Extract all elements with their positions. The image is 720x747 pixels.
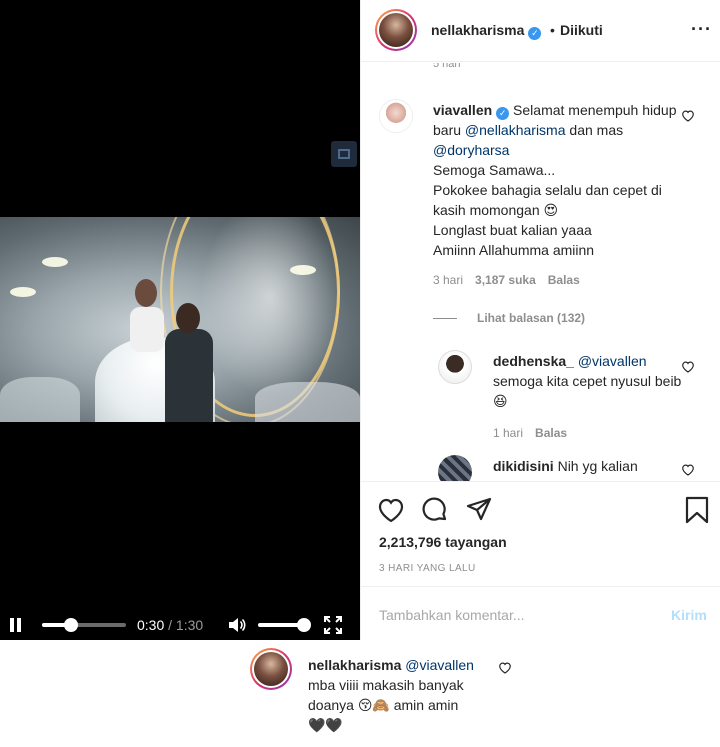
separator-dot: • — [550, 22, 555, 38]
mention-link[interactable]: @viavallen — [405, 657, 474, 673]
comment-line: Longlast buat kalian yaaa — [433, 222, 592, 238]
comment-likes[interactable]: 3,187 suka — [475, 273, 536, 287]
post-header: nellakharisma ✓ • Diikuti ··· — [361, 0, 720, 62]
comment-time: 1 hari — [493, 426, 524, 440]
post-date: 3 HARI YANG LALU — [379, 563, 476, 574]
comment-text: nellakharisma @viavallen mba viiii makas… — [308, 655, 498, 735]
reply-button[interactable]: Balas — [548, 273, 580, 287]
comments-list[interactable]: 5 hari viavallen ✓ Selamat menempuh hidup… — [361, 63, 720, 481]
more-options-icon[interactable]: ··· — [691, 20, 712, 38]
comment-meta: 3 hari 3,187 suka Balas — [433, 273, 592, 287]
video-controls: 0:30 / 1:30 — [0, 608, 360, 640]
view-count[interactable]: 2,213,796 tayangan — [379, 534, 507, 550]
current-time: 0:30 — [137, 617, 165, 633]
hearts-emoji: 🖤🖤 — [308, 717, 343, 733]
pip-icon[interactable] — [331, 141, 357, 167]
share-icon[interactable] — [465, 496, 493, 524]
like-comment-icon[interactable] — [498, 661, 512, 674]
mention-link[interactable]: @viavallen — [578, 353, 647, 369]
header-username[interactable]: nellakharisma ✓ — [431, 22, 542, 40]
duration: 1:30 — [175, 617, 204, 633]
comment-text: dedhenska_ @viavallen semoga kita cepet … — [493, 351, 683, 411]
time-separator: / — [164, 617, 176, 633]
venue-table — [0, 377, 80, 422]
mention-link[interactable]: @doryharsa — [433, 142, 509, 158]
avatar[interactable] — [438, 455, 472, 481]
video-player[interactable]: 0:30 / 1:30 — [0, 0, 360, 640]
follow-status-button[interactable]: Diikuti — [560, 22, 603, 38]
comment-line: Amiinn Allahumma amiinn — [433, 242, 595, 258]
verified-icon: ✓ — [528, 27, 542, 40]
mention-link[interactable]: @nellakharisma — [465, 122, 566, 138]
like-comment-icon[interactable] — [681, 109, 695, 122]
view-replies-button[interactable]: Lihat balasan (132) — [433, 311, 585, 325]
reply-comment-block: nellakharisma @viavallen mba viiii makas… — [0, 640, 720, 747]
avatar[interactable] — [250, 648, 292, 690]
pause-icon[interactable] — [10, 618, 22, 632]
comment-time: 3 hari — [433, 273, 464, 287]
like-comment-icon[interactable] — [681, 360, 695, 373]
comment-username[interactable]: viavallen — [433, 102, 492, 118]
username-text[interactable]: nellakharisma — [431, 22, 524, 38]
comment-input[interactable]: Tambahkan komentar... — [379, 607, 525, 623]
comment-body: semoga kita cepet nyusul beib 😆 — [493, 373, 682, 409]
seek-handle[interactable] — [64, 618, 79, 632]
bookmark-icon[interactable] — [683, 496, 711, 524]
volume-handle[interactable] — [297, 618, 311, 632]
video-frame[interactable] — [0, 217, 360, 422]
like-comment-icon[interactable] — [681, 463, 695, 476]
ceiling-lamp — [42, 257, 68, 267]
post-panel: nellakharisma ✓ • Diikuti ··· 5 hari viav… — [360, 0, 720, 640]
truncated-meta: 5 hari — [433, 63, 461, 70]
comment-line: Pokokee bahagia selalu dan cepet di kasi… — [433, 182, 662, 218]
groom-head — [176, 303, 200, 333]
avatar[interactable] — [379, 99, 413, 133]
reply-button[interactable]: Balas — [535, 426, 567, 440]
bride-body — [130, 307, 164, 352]
post-comment-button[interactable]: Kirim — [671, 607, 707, 623]
comment-line: Semoga Samawa... — [433, 162, 556, 178]
comment-username[interactable]: nellakharisma — [308, 657, 401, 673]
avatar[interactable] — [375, 9, 417, 51]
avatar[interactable] — [438, 350, 472, 384]
comment-body: Nih yg kalian — [553, 458, 638, 474]
comment-icon[interactable] — [421, 496, 449, 524]
view-replies-label[interactable]: Lihat balasan (132) — [477, 311, 585, 325]
bride-head — [135, 279, 157, 307]
verified-icon: ✓ — [496, 107, 510, 120]
comment-username[interactable]: dedhenska_ — [493, 353, 574, 369]
groom-body — [165, 329, 213, 422]
post-actions: 2,213,796 tayangan 3 HARI YANG LALU Tamb… — [361, 481, 720, 641]
comment-meta: 1 hari Balas — [493, 426, 579, 440]
add-comment-bar: Tambahkan komentar... Kirim — [361, 586, 720, 641]
comment-username[interactable]: dikidisini — [493, 458, 554, 474]
comment-text: viavallen ✓ Selamat menempuh hidup baru @… — [433, 100, 683, 260]
ceiling-lamp — [10, 287, 36, 297]
comment-body: dan mas — [565, 122, 624, 138]
seek-bar[interactable] — [42, 618, 126, 632]
fullscreen-icon[interactable] — [324, 616, 342, 634]
ceiling-lamp — [290, 265, 316, 275]
volume-icon[interactable] — [228, 617, 246, 633]
venue-table — [255, 382, 360, 422]
time-display: 0:30 / 1:30 — [137, 617, 203, 633]
replies-divider — [433, 318, 457, 320]
heart-icon[interactable] — [377, 496, 405, 524]
comment-body: mba viiii makasih banyak doanya 😚🙈 amin … — [308, 677, 464, 713]
comment-text: dikidisini Nih yg kalian — [493, 456, 683, 476]
